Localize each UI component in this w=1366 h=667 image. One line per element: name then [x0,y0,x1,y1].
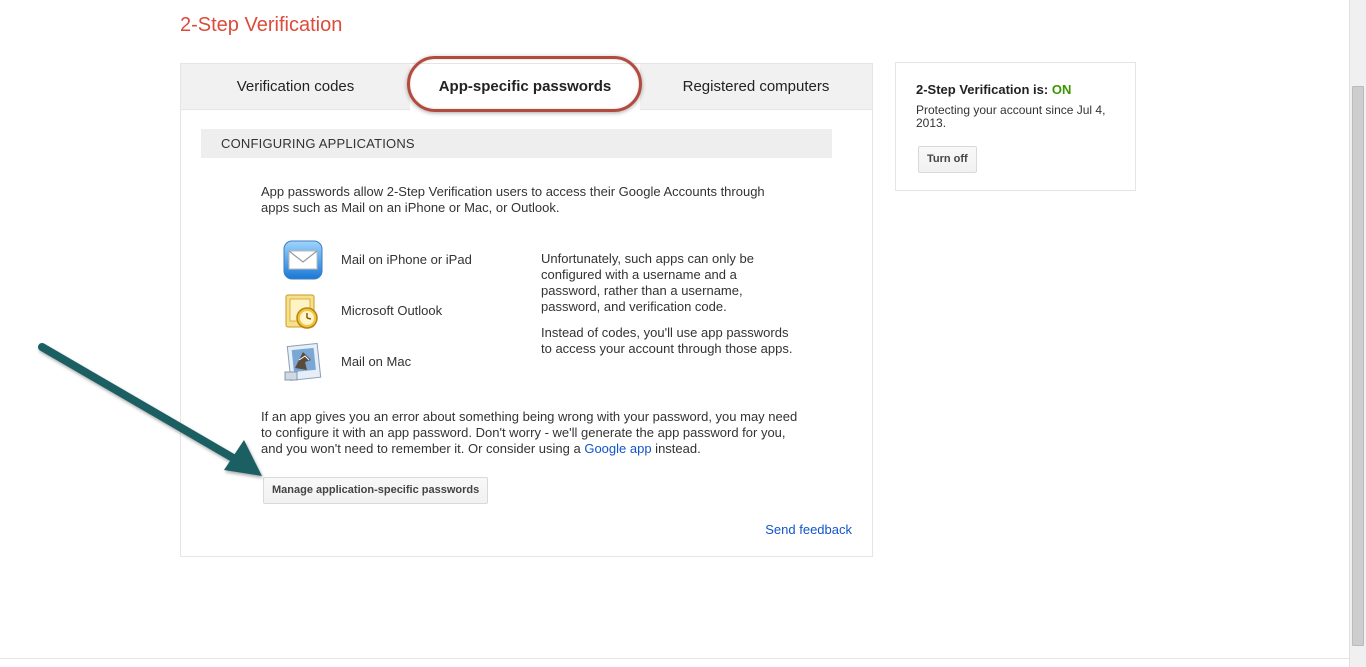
tab-verification-codes[interactable]: Verification codes [181,64,410,109]
tab-bar: Verification codes App-specific password… [181,56,872,112]
status-title: 2-Step Verification is: ON [916,82,1071,97]
mac-mail-icon [284,342,322,381]
google-app-link[interactable]: Google app [584,441,651,456]
main-panel: Verification codes App-specific password… [180,56,873,557]
error-paragraph: If an app gives you an error about somet… [261,409,801,457]
app-row-mac: Mail on Mac [283,342,513,386]
side-paragraph-limitation: Unfortunately, such apps can only be con… [541,251,754,314]
tab-registered-computers[interactable]: Registered computers [640,64,872,109]
manage-app-passwords-button[interactable]: Manage application-specific passwords [263,477,489,504]
app-label: Microsoft Outlook [341,303,443,318]
app-label: Mail on Mac [341,354,412,369]
status-box: 2-Step Verification is: ON Protecting yo… [895,62,1136,191]
status-label: 2-Step Verification is: [916,82,1052,97]
side-paragraph-instead: Instead of codes, you'll use app passwor… [541,325,793,356]
app-row-iphone: Mail on iPhone or iPad [283,240,513,284]
error-text-end: instead. [651,441,701,456]
vertical-scrollbar[interactable] [1349,0,1366,667]
scrollbar-thumb[interactable] [1352,86,1364,646]
status-value: ON [1051,82,1072,97]
status-description: Protecting your account since Jul 4, 201… [916,103,1106,130]
app-row-outlook: Microsoft Outlook [283,291,513,335]
footer-divider [0,658,1349,659]
page-title: 2-Step Verification [180,14,343,36]
app-label: Mail on iPhone or iPad [341,252,472,267]
turn-off-button[interactable]: Turn off [918,146,977,173]
section-header: CONFIGURING APPLICATIONS [201,129,832,158]
tab-app-specific-passwords[interactable]: App-specific passwords [410,64,640,110]
outlook-icon [285,294,318,329]
send-feedback-link[interactable]: Send feedback [765,522,852,537]
error-text: If an app gives you an error about somet… [261,409,798,456]
intro-text: App passwords allow 2-Step Verification … [261,184,765,215]
iphone-mail-icon [283,240,323,280]
